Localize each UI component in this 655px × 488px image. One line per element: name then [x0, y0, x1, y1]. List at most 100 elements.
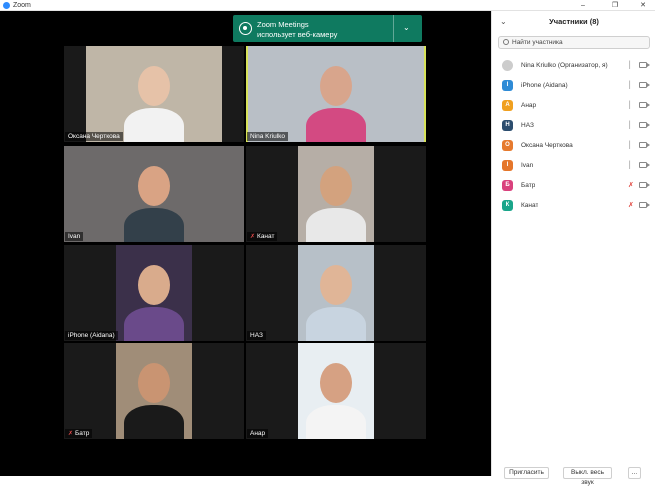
tile-name-text: Батр	[75, 430, 90, 437]
participant-body	[124, 108, 184, 142]
video-tile[interactable]: НАЗ	[246, 245, 426, 341]
video-camera-icon[interactable]	[639, 182, 650, 188]
video-tile[interactable]: iPhone (Aidana)	[64, 245, 244, 341]
video-tile[interactable]: ✗ Батр	[64, 343, 244, 439]
mic-icon[interactable]: │	[628, 120, 633, 131]
participant-search-input[interactable]: Найти участника	[498, 36, 650, 49]
participant-face	[138, 265, 170, 305]
video-tile-active-speaker[interactable]: Nina Kriulko	[246, 46, 426, 142]
tile-name-text: Анар	[250, 430, 266, 437]
notification-message: использует веб-камеру	[257, 30, 338, 39]
video-camera-icon[interactable]	[639, 82, 650, 88]
mic-muted-icon[interactable]: ✗	[628, 180, 634, 191]
participants-title: Участники (8)	[549, 17, 599, 26]
participant-body	[124, 307, 184, 341]
participant-video	[298, 343, 374, 439]
tile-name-label: ✗ Батр	[65, 429, 93, 438]
participant-row[interactable]: I Ivan │	[492, 156, 655, 176]
invite-button[interactable]: Пригласить	[504, 467, 549, 479]
avatar	[502, 60, 513, 71]
mic-icon[interactable]: │	[628, 60, 633, 71]
search-icon	[503, 39, 509, 45]
participant-video	[298, 146, 374, 242]
zoom-window: Zoom – ❐ ✕ Zoom Meetings использует веб-…	[0, 0, 655, 486]
avatar: Н	[502, 120, 513, 131]
participants-panel: ⌄ Участники (8) Найти участника Nina Kri…	[491, 11, 655, 486]
mic-muted-icon[interactable]: ✗	[628, 200, 634, 211]
tile-name-label: Оксана Черткова	[65, 132, 123, 141]
mute-all-button[interactable]: Выкл. весь звук	[563, 467, 612, 486]
participant-video	[86, 46, 222, 142]
participant-name: Батр	[521, 182, 536, 189]
participant-row[interactable]: А Анар │	[492, 96, 655, 116]
participant-body	[306, 108, 366, 142]
participant-row[interactable]: О Оксана Черткова │	[492, 136, 655, 156]
participant-face	[138, 66, 170, 106]
video-tile[interactable]: Анар	[246, 343, 426, 439]
more-options-button[interactable]: ...	[628, 467, 641, 479]
tile-name-text: Оксана Черткова	[68, 133, 120, 140]
video-camera-icon[interactable]	[639, 102, 650, 108]
participant-body	[306, 208, 366, 242]
participant-body	[306, 307, 366, 341]
video-camera-icon[interactable]	[639, 142, 650, 148]
avatar: Б	[502, 180, 513, 191]
avatar: О	[502, 140, 513, 151]
participant-row[interactable]: IiPhone (Aidana) │	[492, 76, 655, 96]
participant-body	[124, 208, 184, 242]
maximize-button[interactable]: ❐	[604, 0, 626, 11]
video-camera-icon[interactable]	[639, 202, 650, 208]
mic-icon[interactable]: │	[628, 160, 633, 171]
participant-body	[124, 405, 184, 439]
participant-name: Ivan	[521, 162, 534, 169]
tile-name-label: Nina Kriulko	[247, 132, 289, 141]
search-placeholder: Найти участника	[512, 39, 563, 46]
participant-name: Анар	[521, 102, 537, 109]
tile-name-label: Ivan	[65, 232, 84, 241]
video-tile[interactable]: Оксана Черткова	[64, 46, 244, 142]
participant-face	[320, 363, 352, 403]
participant-row[interactable]: К Канат ✗	[492, 196, 655, 216]
mic-icon[interactable]: │	[628, 80, 633, 91]
participant-row[interactable]: Н НАЗ │	[492, 116, 655, 136]
participant-body	[306, 405, 366, 439]
zoom-logo-icon	[3, 2, 10, 9]
participant-name: Оксана Черткова	[521, 142, 573, 149]
video-camera-icon[interactable]	[639, 122, 650, 128]
title-bar: Zoom – ❐ ✕	[0, 0, 655, 11]
participant-name: Nina Kriulko (Организатор, я)	[521, 62, 608, 69]
participant-video	[64, 146, 244, 242]
mic-icon[interactable]: │	[628, 140, 633, 151]
webcam-notification[interactable]: Zoom Meetings использует веб-камеру ⌄	[233, 15, 422, 42]
chevron-down-icon[interactable]: ⌄	[403, 23, 410, 32]
participant-row[interactable]: Б Батр ✗	[492, 176, 655, 196]
tile-name-text: iPhone (Aidana)	[68, 332, 115, 339]
notification-title: Zoom Meetings	[257, 20, 309, 29]
avatar: I	[502, 80, 513, 91]
avatar: К	[502, 200, 513, 211]
mic-icon[interactable]: │	[628, 100, 633, 111]
participant-name: iPhone (Aidana)	[521, 82, 568, 89]
avatar: А	[502, 100, 513, 111]
muted-mic-icon: ✗	[68, 431, 74, 437]
participant-face	[320, 265, 352, 305]
video-tile[interactable]: ✗ Канат	[246, 146, 426, 242]
video-camera-icon[interactable]	[639, 162, 650, 168]
tile-name-label: НАЗ	[247, 331, 266, 340]
participant-name: Канат	[521, 202, 539, 209]
participant-face	[320, 66, 352, 106]
minimize-button[interactable]: –	[572, 0, 594, 11]
participant-video	[248, 46, 424, 142]
tile-name-text: Ivan	[68, 233, 81, 240]
close-button[interactable]: ✕	[632, 0, 654, 11]
tile-name-label: iPhone (Aidana)	[65, 331, 118, 340]
video-tile[interactable]: Ivan	[64, 146, 244, 242]
participant-face	[138, 363, 170, 403]
tile-name-label: Анар	[247, 429, 269, 438]
participant-name: НАЗ	[521, 122, 534, 129]
gallery-view: Zoom Meetings использует веб-камеру ⌄ Ок…	[0, 11, 491, 476]
tile-name-text: Канат	[257, 233, 275, 240]
video-camera-icon[interactable]	[639, 62, 650, 68]
participant-row[interactable]: Nina Kriulko (Организатор, я) │	[492, 56, 655, 76]
tile-name-text: Nina Kriulko	[250, 133, 286, 140]
